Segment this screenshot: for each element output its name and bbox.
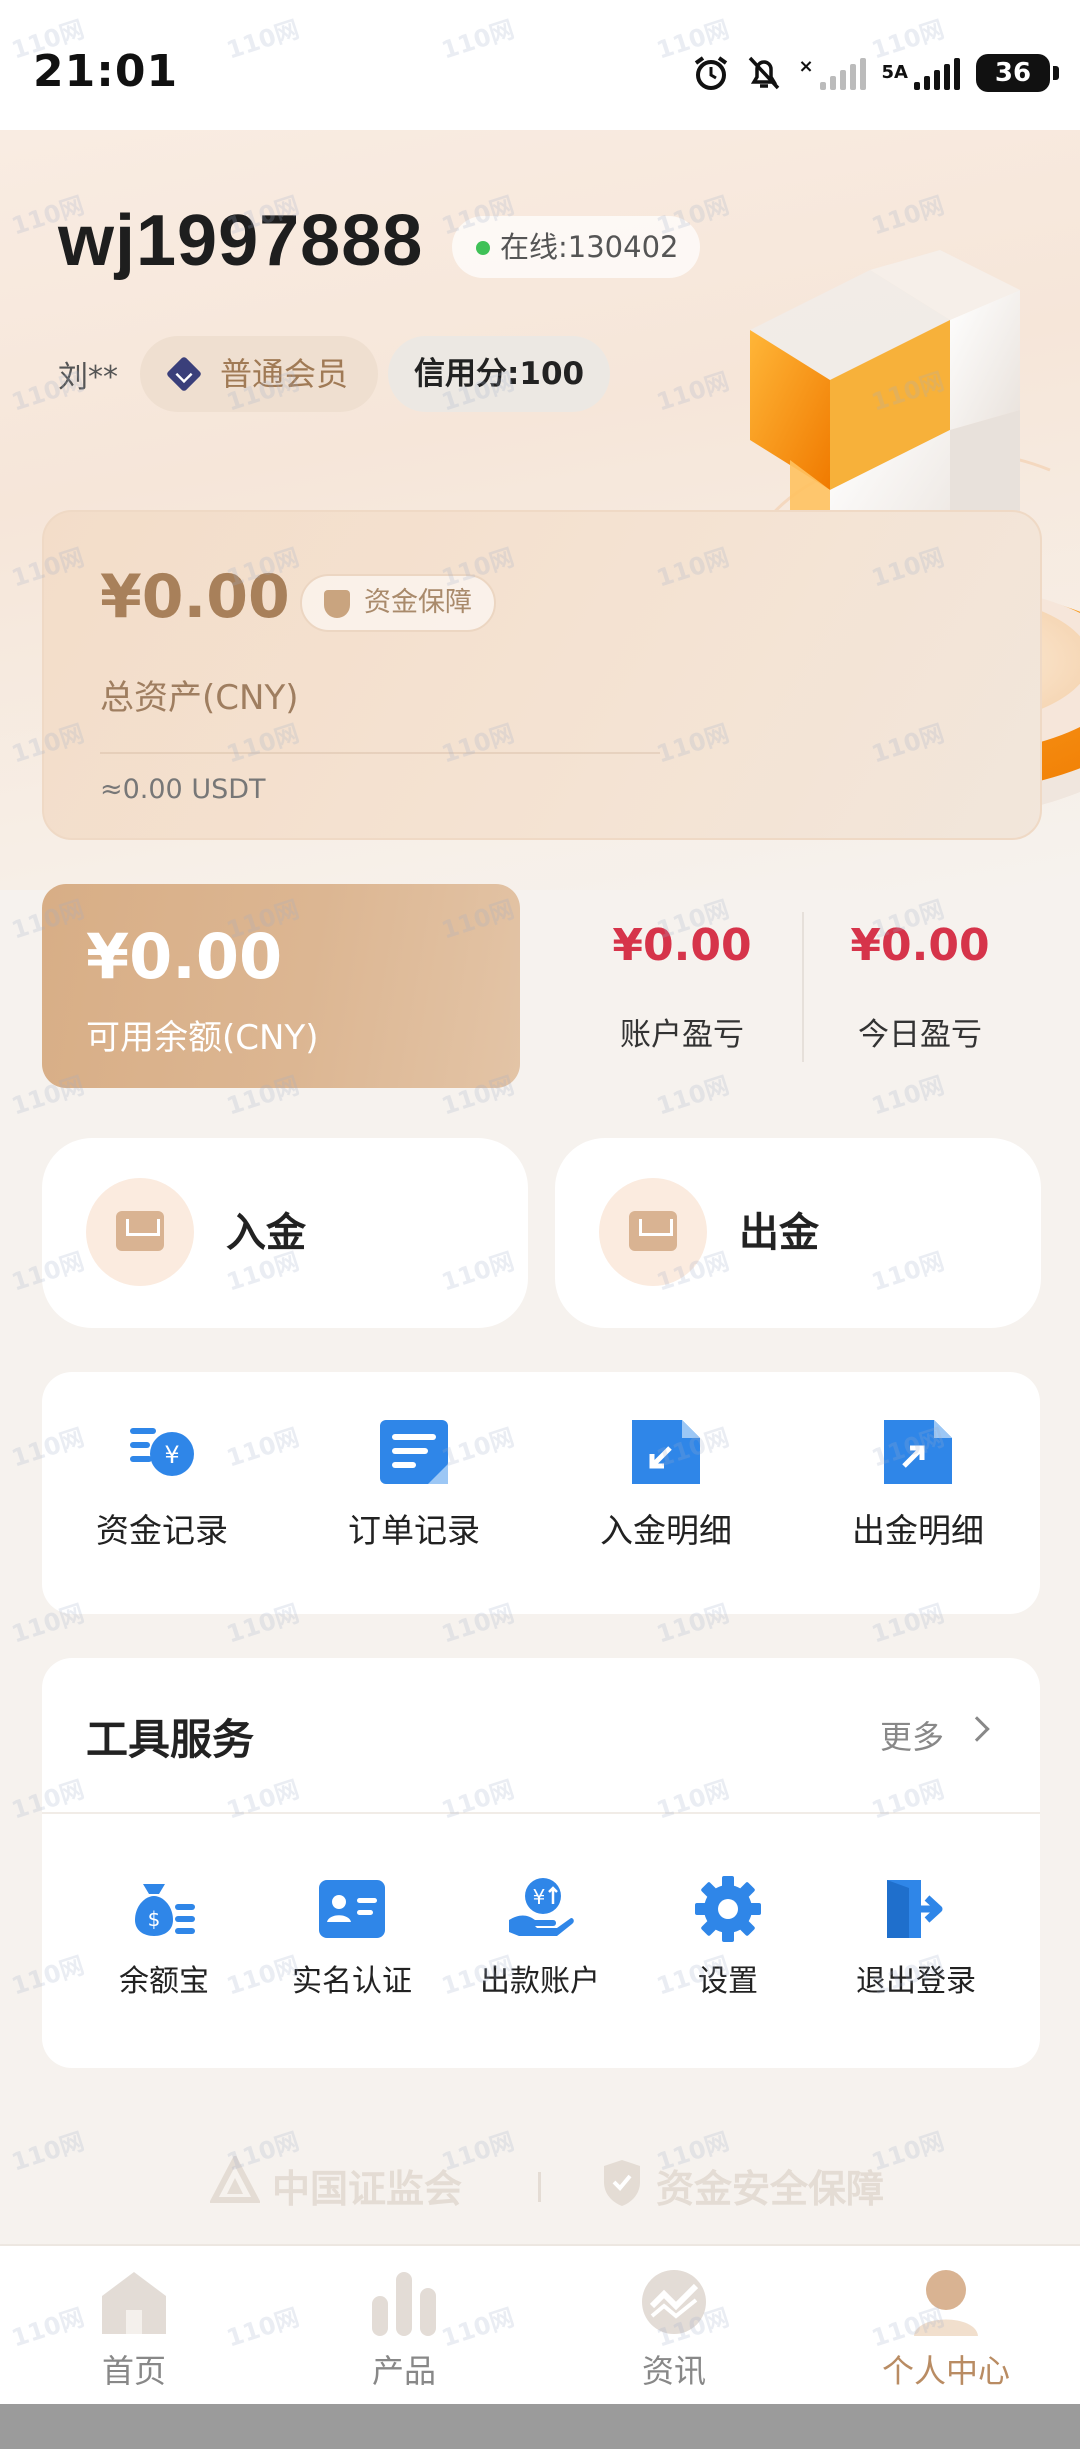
tool-label: 退出登录 [856, 1964, 976, 1999]
status-icons: × 5A 36 [692, 54, 1059, 92]
records-card: ¥ 资金记录 订单记录 入金明细 出金明细 [42, 1372, 1040, 1614]
mute-bell-icon [749, 56, 780, 90]
logout-icon [881, 1876, 951, 1942]
footer-logos: 中国证监会 资金安全保障 [0, 2150, 1080, 2230]
deposit-button[interactable]: 入金 [42, 1138, 528, 1328]
status-time: 21:01 [33, 46, 179, 97]
battery-icon: 36 [976, 54, 1059, 92]
money-bag-icon: $ [129, 1876, 199, 1942]
member-level-badge[interactable]: 普通会员 [140, 336, 379, 412]
member-level-text: 普通会员 [220, 355, 349, 393]
nav-label: 个人中心 [881, 2352, 1010, 2390]
total-assets-label: 总资产(CNY) [100, 678, 299, 718]
available-balance-label: 可用余额(CNY) [86, 1018, 319, 1058]
svg-text:¥: ¥ [533, 1885, 546, 1909]
bar-chart-icon [368, 2266, 440, 2338]
order-record-label: 订单记录 [348, 1511, 480, 1550]
divider [538, 2172, 541, 2202]
withdraw-icon [599, 1178, 707, 1286]
nav-label: 产品 [371, 2352, 436, 2390]
watermark-text: 110网 [653, 1071, 733, 1121]
today-pl: ¥0.00 今日盈亏 [805, 920, 1035, 1054]
available-balance-amount: ¥0.00 [86, 920, 283, 993]
withdraw-label: 出金 [739, 1210, 819, 1256]
today-pl-label: 今日盈亏 [858, 1017, 982, 1053]
nav-label: 资讯 [641, 2352, 706, 2390]
credit-score-badge: 信用分:100 [388, 336, 611, 412]
tool-real-name-auth[interactable]: 实名认证 [262, 1876, 442, 2000]
withdraw-detail-item[interactable]: 出金明细 [818, 1418, 1018, 1552]
tool-label: 实名认证 [292, 1964, 412, 1999]
online-status-text: 在线:130402 [500, 230, 679, 264]
nav-home[interactable]: 首页 [34, 2266, 234, 2392]
diamond-icon [165, 355, 203, 393]
footer-safety-text: 资金安全保障 [656, 2167, 885, 2211]
deposit-label: 入金 [226, 1210, 306, 1256]
divider [42, 1812, 1040, 1814]
withdraw-detail-icon [882, 1418, 954, 1486]
alarm-icon [695, 56, 728, 90]
account-pl: ¥0.00 账户盈亏 [567, 920, 797, 1054]
fund-guarantee-text: 资金保障 [364, 587, 472, 618]
watermark-text: 110网 [868, 1071, 948, 1121]
account-pl-label: 账户盈亏 [620, 1017, 744, 1053]
deposit-detail-item[interactable]: 入金明细 [566, 1418, 766, 1552]
total-assets-amount: ¥0.00 [100, 562, 290, 632]
tool-label: 余额宝 [119, 1964, 209, 1999]
fund-record-icon: ¥ [126, 1418, 198, 1486]
tool-label: 设置 [698, 1964, 758, 1999]
shield-icon [604, 2160, 640, 2206]
tools-title: 工具服务 [86, 1715, 255, 1764]
order-record-icon [378, 1418, 450, 1486]
withdraw-button[interactable]: 出金 [555, 1138, 1041, 1328]
realname: 刘** [58, 360, 118, 395]
svg-text:¥: ¥ [164, 1441, 179, 1469]
today-pl-value: ¥0.00 [850, 920, 990, 971]
online-dot-icon [476, 241, 490, 255]
tools-more-link[interactable]: 更多 [880, 1712, 944, 1758]
account-pl-value: ¥0.00 [612, 920, 752, 971]
withdraw-detail-label: 出金明细 [852, 1511, 984, 1550]
deposit-detail-icon [630, 1418, 702, 1486]
payout-account-icon: ¥ [505, 1876, 575, 1942]
nav-products[interactable]: 产品 [304, 2266, 504, 2392]
csrc-logo-icon [210, 2156, 260, 2203]
username: wj1997888 [58, 201, 424, 281]
news-icon [638, 2266, 710, 2338]
divider [100, 752, 660, 754]
home-icon [98, 2266, 170, 2338]
fund-guarantee-badge: 资金保障 [300, 574, 496, 632]
network-label: 5A [881, 62, 908, 83]
total-assets-usdt: ≈0.00 USDT [100, 774, 266, 805]
svg-text:$: $ [148, 1907, 161, 1931]
deposit-detail-label: 入金明细 [600, 1511, 732, 1550]
bottom-nav: 首页 产品 资讯 个人中心 [0, 2244, 1080, 2404]
gear-icon [693, 1876, 763, 1942]
system-home-bar [0, 2404, 1080, 2449]
deposit-icon [86, 1178, 194, 1286]
shield-icon [324, 590, 350, 618]
fund-record-item[interactable]: ¥ 资金记录 [62, 1418, 262, 1552]
nav-news[interactable]: 资讯 [574, 2266, 774, 2392]
fund-record-label: 资金记录 [96, 1511, 228, 1550]
tool-payout-account[interactable]: ¥ 出款账户 [450, 1876, 630, 2000]
divider [802, 912, 804, 1062]
footer-csrc-text: 中国证监会 [272, 2167, 463, 2211]
tool-balance-treasure[interactable]: $ 余额宝 [74, 1876, 254, 2000]
tool-settings[interactable]: 设置 [638, 1876, 818, 2000]
nav-label: 首页 [101, 2352, 166, 2390]
user-icon [910, 2266, 982, 2338]
tool-label: 出款账户 [480, 1964, 600, 1999]
signal-icon-2 [914, 56, 960, 90]
nav-profile[interactable]: 个人中心 [846, 2266, 1046, 2392]
tool-logout[interactable]: 退出登录 [826, 1876, 1006, 2000]
signal-icon-1: × [798, 56, 866, 90]
online-status-badge: 在线:130402 [452, 216, 701, 278]
order-record-item[interactable]: 订单记录 [314, 1418, 514, 1552]
id-card-icon [317, 1876, 387, 1942]
